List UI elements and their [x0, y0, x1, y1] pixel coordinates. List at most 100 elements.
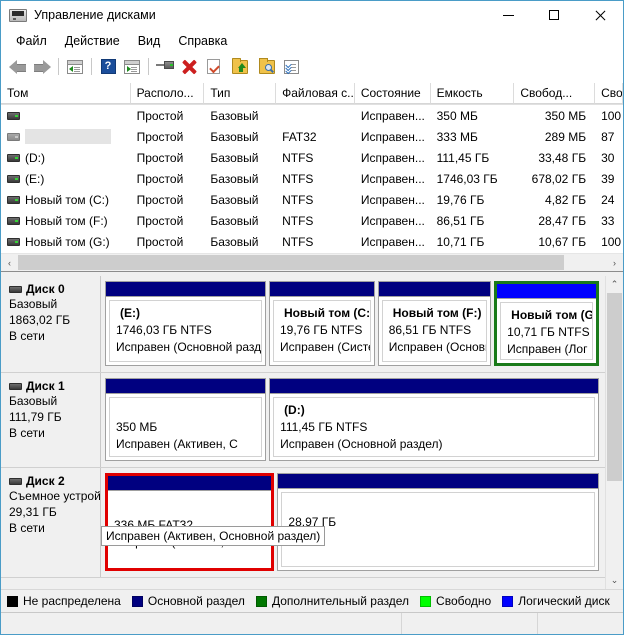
partition-0-2[interactable]: Новый том (F:) 86,51 ГБ NTFS Исправен (Осн… [377, 281, 492, 366]
close-button[interactable] [577, 1, 623, 29]
cell-layout: Простой [136, 213, 184, 228]
partition-color-bar [278, 474, 598, 489]
partition-2-0[interactable]: 336 МБ FAT32Исправен (Активен, [105, 473, 275, 571]
legend-label: Дополнительный раздел [271, 594, 410, 608]
legend-label: Основной раздел [147, 594, 245, 608]
horizontal-scroll-track[interactable] [18, 254, 606, 271]
cell-layout: Простой [136, 234, 184, 249]
legend-item-0: Не распределена [7, 594, 121, 608]
disk-row-0[interactable]: Диск 0 Базовый 1863,02 ГБ В сети (E:) 1746,03… [1, 276, 605, 373]
partition-tooltip: Исправен (Активен, Основной раздел) [101, 526, 326, 546]
find-button[interactable] [255, 55, 279, 79]
cell-status: Исправен... [360, 213, 425, 228]
cell-filesystem: NTFS [282, 171, 314, 186]
column-header-2[interactable]: Тип [204, 83, 277, 104]
disk-info-0[interactable]: Диск 0 Базовый 1863,02 ГБ В сети [1, 276, 101, 372]
cell-status: Исправен... [360, 234, 425, 249]
table-row[interactable]: Новый том (G:) Простой Базовый NTFS Исправен… [1, 231, 623, 252]
export-list-button[interactable] [228, 55, 252, 79]
column-header-3[interactable]: Файловая с... [276, 83, 355, 104]
disk-title: Диск 0 [9, 282, 96, 296]
disk-size: 29,31 ГБ [9, 505, 57, 519]
forward-button[interactable] [30, 55, 54, 79]
cell-free: 350 МБ [544, 108, 587, 123]
properties-button[interactable] [201, 55, 225, 79]
partition-1-0[interactable]: 350 МБ Исправен (Активен, С [105, 378, 267, 461]
partition-details: (E:) 1746,03 ГБ NTFS Исправен (Основной ра… [109, 300, 262, 362]
partition-color-bar [106, 379, 266, 394]
partition-color-bar [378, 282, 491, 297]
disk-size: 1863,02 ГБ [9, 313, 71, 327]
back-button[interactable] [6, 55, 30, 79]
disk-state: В сети [9, 329, 45, 343]
cell-percent: 100 [601, 234, 622, 249]
column-header-7[interactable]: Сво [595, 83, 623, 104]
volume-icon [7, 153, 20, 162]
cell-type: Базовый [210, 108, 259, 123]
partition-1-1[interactable]: (D:) 111,45 ГБ NTFS Исправен (Основной раз… [269, 378, 599, 461]
partition-status: Исправен (Основной разд [116, 340, 262, 354]
horizontal-scrollbar[interactable]: ‹ › [1, 253, 623, 271]
list-properties-button[interactable] [279, 55, 303, 79]
column-header-5[interactable]: Емкость [430, 83, 515, 104]
volume-icon [7, 216, 20, 225]
show-action-pane-button[interactable] [120, 55, 144, 79]
partition-details: Новый том (F:) 86,51 ГБ NTFS Исправен (Осн… [381, 300, 488, 362]
partition-0-0[interactable]: (E:) 1746,03 ГБ NTFS Исправен (Основной ра… [105, 281, 266, 366]
disk-row-2[interactable]: Диск 2 Съемное устрой 29,31 ГБ В сети 336 МБ… [1, 468, 605, 578]
column-header-6[interactable]: Свобод... [514, 83, 596, 104]
table-row[interactable]: (D:) Простой Базовый NTFS Исправен... 111,45 … [1, 147, 623, 168]
vertical-scroll-thumb[interactable] [607, 293, 622, 481]
disk-info-2[interactable]: Диск 2 Съемное устрой 29,31 ГБ В сети [1, 468, 101, 577]
menu-item-action[interactable]: Действие [56, 31, 129, 51]
column-header-0[interactable]: Том [1, 83, 131, 104]
partition-size-fs: 1746,03 ГБ NTFS [116, 323, 212, 337]
close-icon [595, 10, 606, 21]
partition-details: (D:) 111,45 ГБ NTFS Исправен (Основной раз… [273, 397, 595, 457]
help-button[interactable]: ? [96, 55, 120, 79]
cell-filesystem: NTFS [282, 234, 314, 249]
scroll-up-arrow[interactable]: ⌃ [606, 276, 623, 293]
cell-free: 10,67 ГБ [538, 234, 587, 249]
menu-item-file[interactable]: Файл [7, 31, 56, 51]
partition-details: 28,97 ГБ [281, 492, 595, 567]
vertical-scrollbar[interactable]: ⌃ ⌄ [605, 276, 623, 589]
legend-swatch [255, 595, 267, 607]
scroll-right-arrow[interactable]: › [606, 254, 623, 271]
rescan-disks-button[interactable] [153, 55, 177, 79]
partition-0-3[interactable]: Новый том (G 10,71 ГБ NTFS Исправен (Лог [494, 281, 599, 366]
maximize-button[interactable] [531, 1, 577, 29]
scroll-down-arrow[interactable]: ⌄ [606, 572, 623, 589]
horizontal-scroll-thumb[interactable] [18, 255, 564, 270]
volume-list-rows[interactable]: Простой Базовый Исправен... 350 МБ 350 МБ 100… [1, 105, 623, 253]
vertical-scroll-track[interactable] [606, 293, 623, 572]
scroll-left-arrow[interactable]: ‹ [1, 254, 18, 271]
cell-percent: 39 [601, 171, 615, 186]
table-row[interactable]: Новый том (F:) Простой Базовый NTFS Исправен… [1, 210, 623, 231]
minimize-button[interactable] [485, 1, 531, 29]
cell-status: Исправен... [360, 171, 425, 186]
legend-item-1: Основной раздел [131, 594, 245, 608]
disk-row-1[interactable]: Диск 1 Базовый 111,79 ГБ В сети 350 МБ Испра… [1, 373, 605, 468]
partition-2-1[interactable]: 28,97 ГБ [277, 473, 599, 571]
partition-0-1[interactable]: Новый том (C:) 19,76 ГБ NTFS Исправен (Сис… [268, 281, 375, 366]
table-row[interactable]: Простой Базовый Исправен... 350 МБ 350 МБ 100 [1, 105, 623, 126]
menu-item-view[interactable]: Вид [129, 31, 170, 51]
delete-button[interactable] [177, 55, 201, 79]
show-console-tree-button[interactable] [63, 55, 87, 79]
disk-info-1[interactable]: Диск 1 Базовый 111,79 ГБ В сети [1, 373, 101, 467]
cell-capacity: 350 МБ [436, 108, 478, 123]
legend-swatch [502, 595, 514, 607]
partition-color-bar [497, 284, 596, 299]
window-title: Управление дисками [34, 8, 156, 22]
show-action-pane-icon [124, 59, 140, 74]
cell-volume: (D:) [1, 150, 131, 165]
menu-item-help[interactable]: Справка [169, 31, 236, 51]
table-row[interactable]: Новый том (C:) Простой Базовый NTFS Исправен… [1, 189, 623, 210]
column-header-1[interactable]: Располо... [130, 83, 205, 104]
cell-capacity: 10,71 ГБ [436, 234, 485, 249]
partition-size-fs: 86,51 ГБ NTFS [388, 323, 472, 337]
column-header-4[interactable]: Состояние [354, 83, 431, 104]
table-row[interactable]: (E:) Простой Базовый NTFS Исправен... 1746,03… [1, 168, 623, 189]
table-row[interactable]: Простой Базовый FAT32 Исправен... 333 МБ 289 … [1, 126, 623, 147]
